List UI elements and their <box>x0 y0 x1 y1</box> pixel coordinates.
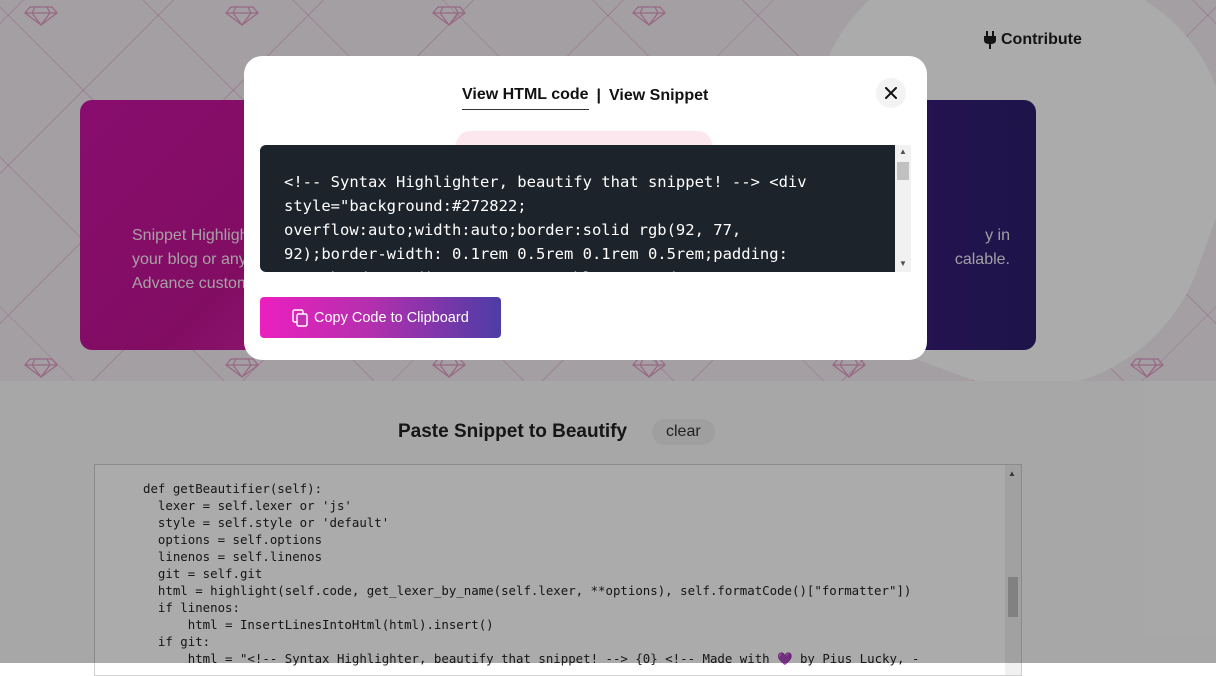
modal-tabs: View HTML code | View Snippet <box>462 86 708 110</box>
code-scroll-thumb[interactable] <box>897 162 909 180</box>
scroll-up-arrow-icon[interactable]: ▲ <box>899 147 907 156</box>
html-code-text[interactable]: <!-- Syntax Highlighter, beautify that s… <box>284 170 807 272</box>
copy-code-button[interactable]: Copy Code to Clipboard <box>260 297 501 338</box>
close-modal-button[interactable] <box>876 78 906 108</box>
tab-separator: | <box>596 86 602 104</box>
code-scrollbar[interactable]: ▲ ▼ <box>895 145 911 272</box>
html-code-output[interactable]: <!-- Syntax Highlighter, beautify that s… <box>260 145 911 272</box>
copy-icon <box>292 308 308 327</box>
copy-code-label: Copy Code to Clipboard <box>314 309 469 326</box>
close-icon <box>885 87 897 99</box>
code-modal: View HTML code | View Snippet <!-- Synta… <box>244 56 927 360</box>
scroll-down-arrow-icon[interactable]: ▼ <box>899 259 907 268</box>
tab-view-html-code[interactable]: View HTML code <box>462 86 589 110</box>
tab-view-snippet[interactable]: View Snippet <box>609 87 708 110</box>
